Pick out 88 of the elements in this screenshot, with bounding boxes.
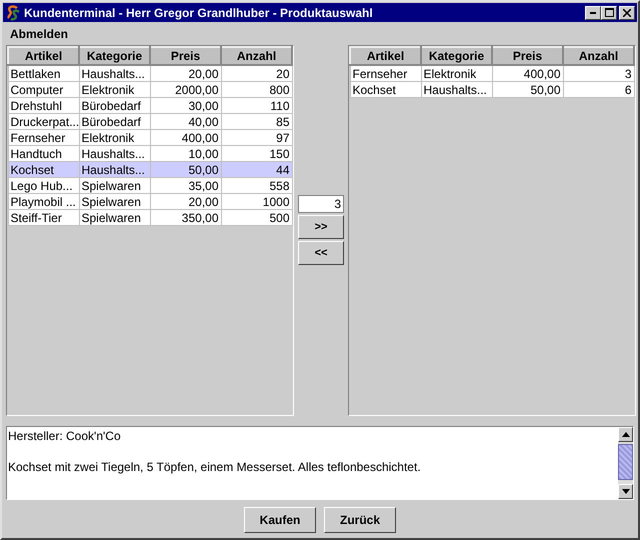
column-header[interactable]: Kategorie (421, 47, 492, 65)
table-cell: 50,00 (492, 82, 563, 98)
table-cell: Haushalts... (79, 146, 150, 162)
table-row[interactable]: Kochset Haushalts... 50,00 44 (8, 162, 292, 178)
table-cell: Haushalts... (79, 162, 150, 178)
table-cell: Haushalts... (79, 65, 150, 82)
table-row[interactable]: Playmobil ... Spielwaren 20,00 1000 (8, 194, 292, 210)
table-cell: Spielwaren (79, 194, 150, 210)
table-cell: 2000,00 (150, 82, 221, 98)
table-cell: Druckerpat... (8, 114, 79, 130)
scrollbar[interactable] (618, 427, 633, 499)
table-cell: 400,00 (150, 130, 221, 146)
table-row[interactable]: Drehstuhl Bürobedarf 30,00 110 (8, 98, 292, 114)
table-row[interactable]: Fernseher Elektronik 400,00 3 (350, 65, 634, 82)
table-row[interactable]: Lego Hub... Spielwaren 35,00 558 (8, 178, 292, 194)
table-row[interactable]: Fernseher Elektronik 400,00 97 (8, 130, 292, 146)
table-cell: Elektronik (79, 82, 150, 98)
table-cell: 150 (221, 146, 292, 162)
table-row[interactable]: Bettlaken Haushalts... 20,00 20 (8, 65, 292, 82)
table-cell: 40,00 (150, 114, 221, 130)
column-header[interactable]: Anzahl (563, 47, 634, 65)
table-cell: 97 (221, 130, 292, 146)
table-cell: Elektronik (79, 130, 150, 146)
table-cell: Bettlaken (8, 65, 79, 82)
action-button[interactable]: Zurück (324, 507, 396, 533)
table-cell: 800 (221, 82, 292, 98)
table-cell: Computer (8, 82, 79, 98)
table-cell: Lego Hub... (8, 178, 79, 194)
table-cell: Playmobil ... (8, 194, 79, 210)
table-cell: 85 (221, 114, 292, 130)
table-cell: Spielwaren (79, 178, 150, 194)
column-header[interactable]: Kategorie (79, 47, 150, 65)
table-cell: 35,00 (150, 178, 221, 194)
table-cell: 558 (221, 178, 292, 194)
table-cell: Steiff-Tier (8, 210, 79, 226)
scroll-down-icon[interactable] (618, 484, 633, 499)
table-cell: 6 (563, 82, 634, 98)
action-button[interactable]: Kaufen (244, 507, 316, 533)
table-cell: 10,00 (150, 146, 221, 162)
table-cell: Elektronik (421, 65, 492, 82)
quantity-field[interactable]: 3 (298, 195, 344, 213)
table-row[interactable]: Computer Elektronik 2000,00 800 (8, 82, 292, 98)
table-row[interactable]: Handtuch Haushalts... 10,00 150 (8, 146, 292, 162)
description-text: Hersteller: Cook'n'Co (8, 428, 122, 444)
app-logo-icon (5, 4, 21, 20)
minimize-icon (590, 12, 596, 14)
scroll-up-icon[interactable] (618, 427, 633, 442)
close-button[interactable] (619, 6, 635, 20)
table-cell: 400,00 (492, 65, 563, 82)
maximize-button[interactable] (601, 6, 617, 20)
column-header[interactable]: Artikel (350, 47, 421, 65)
scroll-thumb[interactable] (618, 444, 633, 480)
table-cell: Bürobedarf (79, 98, 150, 114)
column-header[interactable]: Artikel (8, 47, 79, 65)
column-header[interactable]: Anzahl (221, 47, 292, 65)
table-cell: 20 (221, 65, 292, 82)
table-cell: Drehstuhl (8, 98, 79, 114)
minimize-button[interactable] (585, 6, 601, 20)
table-cell: 30,00 (150, 98, 221, 114)
table-cell: 350,00 (150, 210, 221, 226)
close-icon (623, 8, 631, 16)
table-cell: Haushalts... (421, 82, 492, 98)
table-cell: Bürobedarf (79, 114, 150, 130)
table-cell: Handtuch (8, 146, 79, 162)
table-cell: 1000 (221, 194, 292, 210)
window-title: Kundenterminal - Herr Gregor Grandlhuber - Produktauswahl (24, 6, 374, 20)
table-cell: 50,00 (150, 162, 221, 178)
table-cell: Fernseher (8, 130, 79, 146)
table-cell: Spielwaren (79, 210, 150, 226)
table-row[interactable]: Druckerpat... Bürobedarf 40,00 85 (8, 114, 292, 130)
table-cell: 500 (221, 210, 292, 226)
table-cell: 110 (221, 98, 292, 114)
description-text: Kochset mit zwei Tiegeln, 5 Töpfen, einem Messerset. Alles teflonbeschichtet. (8, 459, 422, 475)
table-cell: 20,00 (150, 65, 221, 82)
table-cell: 3 (563, 65, 634, 82)
table-cell: Kochset (350, 82, 421, 98)
table-cell: Kochset (8, 162, 79, 178)
maximize-icon (604, 8, 614, 17)
menu-item[interactable]: Abmelden (10, 27, 68, 41)
table-cell: 44 (221, 162, 292, 178)
table-cell: Fernseher (350, 65, 421, 82)
table-row[interactable]: Kochset Haushalts... 50,00 6 (350, 82, 634, 98)
column-header[interactable]: Preis (492, 47, 563, 65)
table-row[interactable]: Steiff-Tier Spielwaren 350,00 500 (8, 210, 292, 226)
column-header[interactable]: Preis (150, 47, 221, 65)
table-cell: 20,00 (150, 194, 221, 210)
move-button[interactable]: << (298, 241, 344, 265)
move-button[interactable]: >> (298, 215, 344, 239)
